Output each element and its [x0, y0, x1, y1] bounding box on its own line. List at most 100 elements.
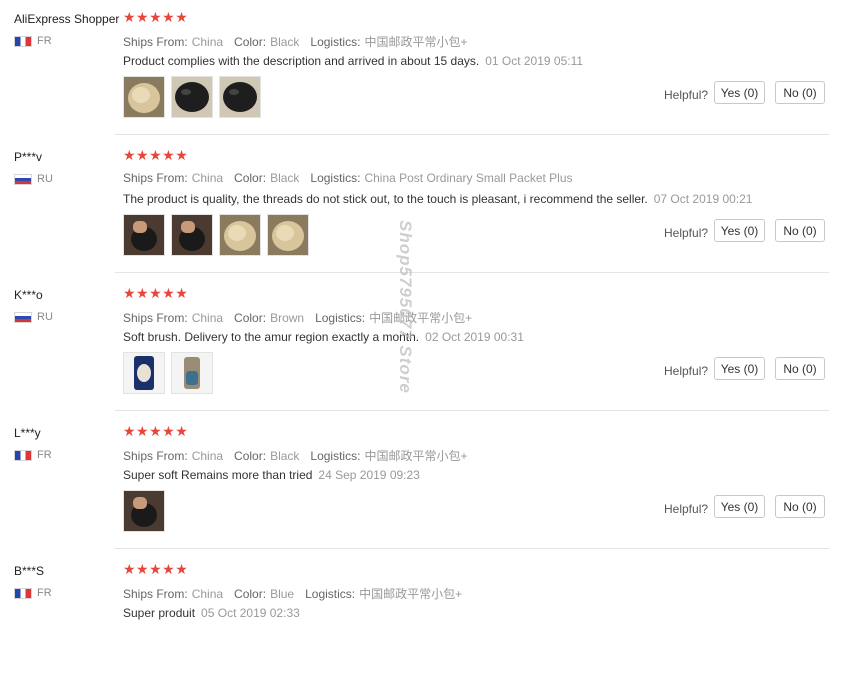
- review-photo-thumbnail[interactable]: [123, 214, 165, 256]
- logistics-label: Logistics:: [305, 587, 356, 601]
- review-divider: [115, 272, 829, 273]
- review-photo-thumbnail[interactable]: [123, 352, 165, 394]
- logistics-value: 中国邮政平常小包+: [369, 311, 473, 325]
- review-date: 02 Oct 2019 00:31: [425, 330, 524, 344]
- review-body: Soft brush. Delivery to the amur region …: [123, 330, 420, 344]
- review-photo-thumbnail[interactable]: [267, 214, 309, 256]
- review-body: Product complies with the description an…: [123, 54, 480, 68]
- review-photos: [123, 76, 261, 118]
- review-photo-thumbnail[interactable]: [123, 490, 165, 532]
- review-date: 07 Oct 2019 00:21: [653, 192, 753, 206]
- helpful-yes-button[interactable]: Yes (0): [714, 219, 765, 242]
- helpful-yes-button[interactable]: Yes (0): [714, 495, 765, 518]
- helpful-no-button[interactable]: No (0): [775, 219, 825, 242]
- review-text: Super produit 05 Oct 2019 02:33: [123, 606, 300, 620]
- store-watermark: Shop5795077 Store: [396, 220, 415, 394]
- review-photo-thumbnail[interactable]: [171, 76, 213, 118]
- country-code: RU: [37, 311, 53, 323]
- ships-from-label: Ships From:: [123, 587, 188, 601]
- reviewer-name: AliExpress Shopper: [14, 12, 120, 26]
- star-rating: ★★★★★: [123, 423, 189, 439]
- review-date: 24 Sep 2019 09:23: [318, 468, 420, 482]
- helpful-label: Helpful?: [664, 364, 709, 378]
- helpful-yes-button[interactable]: Yes (0): [714, 357, 765, 380]
- reviewer-country: FR: [14, 449, 52, 461]
- country-flag-icon: [14, 449, 32, 461]
- review-item: AliExpress Shopper FR ★★★★★ Ships From: Chin…: [0, 0, 850, 138]
- helpful-no-button[interactable]: No (0): [775, 81, 825, 104]
- country-flag-icon: [14, 35, 32, 47]
- star-rating: ★★★★★: [123, 147, 189, 163]
- ships-from-value: China: [191, 449, 224, 463]
- ships-from-label: Ships From:: [123, 449, 188, 463]
- logistics-value: China Post Ordinary Small Packet Plus: [364, 171, 573, 185]
- review-photos: [123, 490, 165, 532]
- country-code: FR: [37, 35, 52, 47]
- color-value: Blue: [270, 587, 295, 601]
- color-label: Color:: [234, 35, 267, 49]
- star-rating: ★★★★★: [123, 9, 189, 25]
- logistics-value: 中国邮政平常小包+: [364, 35, 468, 49]
- color-label: Color:: [234, 171, 267, 185]
- reviewer-country: RU: [14, 173, 53, 185]
- star-rating: ★★★★★: [123, 285, 189, 301]
- review-photo-thumbnail[interactable]: [219, 214, 261, 256]
- color-label: Color:: [234, 587, 267, 601]
- review-divider: [115, 134, 829, 135]
- logistics-label: Logistics:: [310, 449, 361, 463]
- order-info: Ships From: China Color: Black Logistics: 中国邮…: [123, 33, 478, 50]
- reviewer-name: B***S: [14, 564, 45, 578]
- review-text: Super soft Remains more than tried 24 Sep…: [123, 468, 420, 482]
- helpful-yes-button[interactable]: Yes (0): [714, 81, 765, 104]
- helpful-no-button[interactable]: No (0): [775, 495, 825, 518]
- country-code: FR: [37, 587, 52, 599]
- reviewer-name: K***o: [14, 288, 43, 302]
- ships-from-value: China: [191, 171, 224, 185]
- reviewer-name: P***v: [14, 150, 43, 164]
- ships-from-value: China: [191, 587, 224, 601]
- review-date: 01 Oct 2019 05:11: [485, 54, 584, 68]
- logistics-value: 中国邮政平常小包+: [359, 587, 463, 601]
- country-flag-icon: [14, 587, 32, 599]
- review-item: B***S FR ★★★★★ Ships From: China Color: Blue Lo…: [0, 552, 850, 690]
- ships-from-label: Ships From:: [123, 35, 188, 49]
- review-text: Soft brush. Delivery to the amur region …: [123, 330, 524, 344]
- reviewer-name: L***y: [14, 426, 41, 440]
- review-divider: [115, 410, 829, 411]
- review-photo-thumbnail[interactable]: [123, 76, 165, 118]
- review-date: 05 Oct 2019 02:33: [201, 606, 300, 620]
- review-photo-thumbnail[interactable]: [219, 76, 261, 118]
- country-flag-icon: [14, 311, 32, 323]
- reviewer-country: FR: [14, 587, 52, 599]
- review-photo-thumbnail[interactable]: [171, 352, 213, 394]
- order-info: Ships From: China Color: Black Logistics: Chi…: [123, 171, 584, 185]
- country-code: FR: [37, 449, 52, 461]
- color-value: Brown: [270, 311, 305, 325]
- color-label: Color:: [234, 311, 267, 325]
- helpful-label: Helpful?: [664, 88, 709, 102]
- ships-from-value: China: [191, 35, 224, 49]
- logistics-label: Logistics:: [310, 35, 361, 49]
- color-value: Black: [270, 171, 300, 185]
- color-value: Black: [270, 35, 300, 49]
- review-photo-thumbnail[interactable]: [171, 214, 213, 256]
- order-info: Ships From: China Color: Brown Logistics: 中国邮…: [123, 309, 483, 326]
- ships-from-value: China: [191, 311, 224, 325]
- review-text: The product is quality, the threads do n…: [123, 192, 752, 206]
- review-photos: [123, 214, 309, 256]
- review-photos: [123, 352, 213, 394]
- review-body: Super produit: [123, 606, 196, 620]
- review-body: The product is quality, the threads do n…: [123, 192, 648, 206]
- reviewer-country: RU: [14, 311, 53, 323]
- color-label: Color:: [234, 449, 267, 463]
- reviewer-country: FR: [14, 35, 52, 47]
- country-flag-icon: [14, 173, 32, 185]
- order-info: Ships From: China Color: Blue Logistics: 中国邮政…: [123, 585, 473, 602]
- ships-from-label: Ships From:: [123, 171, 188, 185]
- helpful-no-button[interactable]: No (0): [775, 357, 825, 380]
- review-body: Super soft Remains more than tried: [123, 468, 313, 482]
- helpful-label: Helpful?: [664, 502, 709, 516]
- review-divider: [115, 548, 829, 549]
- review-item: L***y FR ★★★★★ Ships From: China Color: Black L…: [0, 414, 850, 552]
- logistics-value: 中国邮政平常小包+: [364, 449, 468, 463]
